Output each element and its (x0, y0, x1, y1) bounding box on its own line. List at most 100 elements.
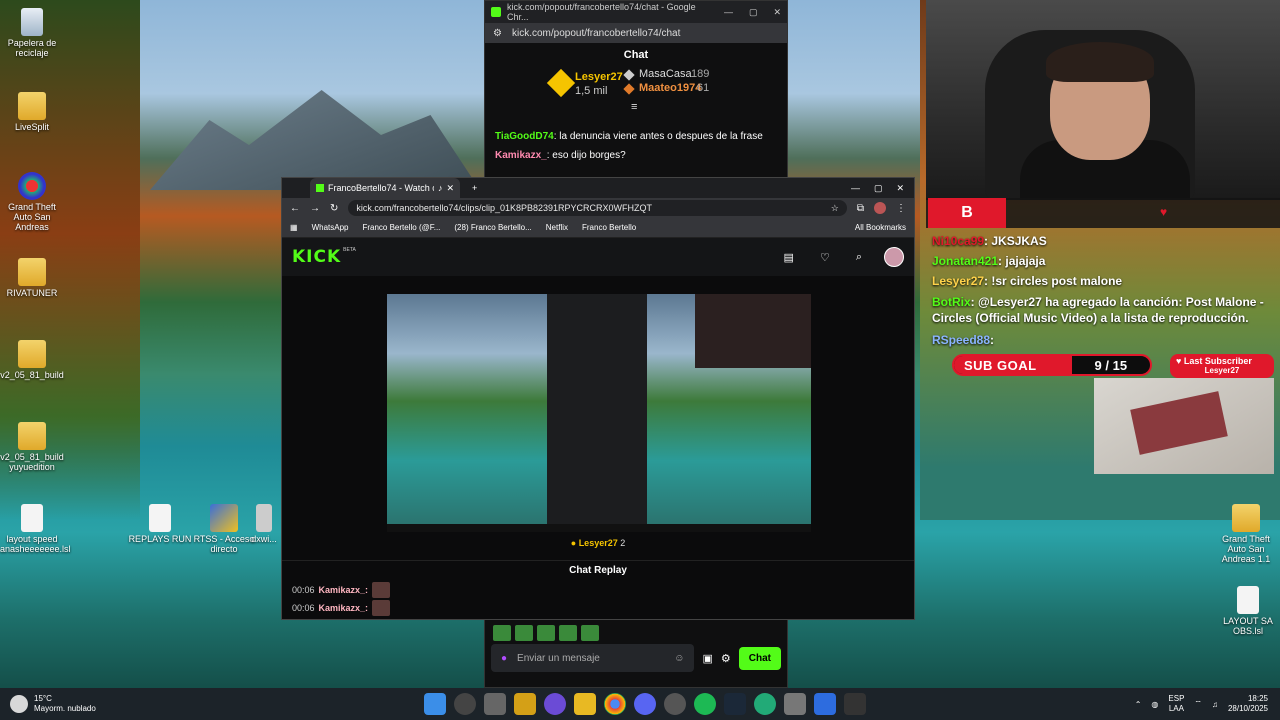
weather-widget[interactable]: 15°C Mayorm. nublado (0, 694, 420, 714)
app-icon[interactable] (814, 693, 836, 715)
obs-icon[interactable] (544, 693, 566, 715)
settings-icon[interactable]: ⚙ (721, 652, 731, 665)
desktop-icon-livesplit[interactable]: LiveSplit (0, 92, 64, 132)
desktop-icon-gta-folder[interactable]: Grand Theft Auto San Andreas 1.1 (1214, 504, 1278, 564)
desktop-icon-build-yuyu[interactable]: v2_05_81_build yuyuedition (0, 422, 64, 472)
discord-icon[interactable] (634, 693, 656, 715)
emoji-icon[interactable]: ☺ (674, 653, 684, 664)
url-field[interactable]: kick.com/francobertello74/clips/clip_01K… (348, 200, 847, 216)
chat-username[interactable]: TiaGoodD74 (495, 131, 554, 142)
podium-second-name[interactable]: MasaCasa (639, 68, 692, 80)
desktop-icon-layout-file[interactable]: layout speed anasheeeeeee.lsl (0, 504, 71, 554)
heart-icon: ♥ (1176, 356, 1182, 366)
minimize-icon[interactable]: — (851, 183, 860, 193)
chat-input[interactable]: ● Enviar un mensaje ☺ (491, 644, 695, 672)
clip-count: 2 (620, 538, 626, 548)
bookmark-netflix[interactable]: Netflix (546, 223, 568, 232)
maximize-icon[interactable]: ▢ (874, 183, 883, 194)
chat-header: Chat (623, 49, 649, 61)
podium-third-name[interactable]: Maateo1974 (639, 82, 701, 94)
desktop-icon-layout-obs[interactable]: LAYOUT SA OBS.lsl (1216, 586, 1280, 636)
epic-games-icon[interactable] (844, 693, 866, 715)
extensions-icon[interactable]: ⧉ (857, 203, 864, 214)
bookmark-star-icon[interactable]: ☆ (831, 203, 839, 214)
popout-titlebar: kick.com/popout/francobertello74/chat - … (485, 1, 787, 23)
bookmark-whatsapp[interactable]: WhatsApp (312, 223, 349, 232)
replay-user[interactable]: Kamikazx_: (319, 603, 369, 613)
gift-icon[interactable]: ▣ (702, 652, 712, 665)
url-text: kick.com/francobertello74/clips/clip_01K… (356, 203, 653, 213)
bookmark-facebook[interactable]: Franco Bertello (582, 223, 636, 232)
tab-title: FrancoBertello74 - Watch c (328, 183, 434, 193)
back-icon[interactable]: ← (290, 203, 300, 214)
emote-icon (372, 600, 391, 616)
popout-url[interactable]: kick.com/popout/francobertello74/chat (512, 28, 680, 39)
kick-logo[interactable]: KICK (292, 247, 341, 267)
following-heart-icon[interactable]: ♡ (820, 251, 830, 264)
search-icon[interactable] (454, 693, 476, 715)
file-icon (149, 504, 171, 532)
desktop-icon-recycle-bin[interactable]: Papelera de reciclaje (0, 8, 64, 58)
spotify-icon[interactable] (694, 693, 716, 715)
task-view-icon[interactable] (484, 693, 506, 715)
collapse-podium-icon[interactable]: ≡ (631, 101, 637, 113)
desktop-icon-rivatuner[interactable]: RIVATUNER (0, 258, 64, 298)
tray-chevron-icon[interactable]: ⌃ (1135, 700, 1142, 709)
clock[interactable]: 18:25 28/10/2025 (1228, 694, 1268, 714)
volume-icon[interactable]: ♫ (1212, 700, 1218, 709)
maximize-icon[interactable]: ▢ (749, 7, 758, 18)
file-explorer-icon[interactable] (574, 693, 596, 715)
chat-username[interactable]: Kamikazx_ (495, 150, 547, 161)
close-icon[interactable]: ✕ (773, 7, 781, 18)
user-avatar[interactable] (884, 247, 904, 267)
podium-third-amount: 61 (697, 82, 710, 94)
mic-icon[interactable]: ◍ (1151, 700, 1158, 709)
overlay-user: Jonatan421 (932, 254, 999, 268)
new-tab-icon[interactable]: + (472, 183, 477, 193)
bookmark-x[interactable]: Franco Bertello (@F... (362, 223, 440, 232)
forward-icon[interactable]: → (310, 203, 320, 214)
store-icon[interactable] (514, 693, 536, 715)
store-icon[interactable]: ▤ (784, 251, 794, 264)
overlay-user: Lesyer27 (932, 274, 985, 288)
emote-icon[interactable] (515, 625, 533, 641)
menu-icon[interactable]: ⋮ (896, 203, 906, 214)
emote-icon[interactable] (537, 625, 555, 641)
desktop-icon-dxwnd[interactable]: dxwi... (244, 504, 284, 544)
emote-icon[interactable] (581, 625, 599, 641)
all-bookmarks[interactable]: All Bookmarks (855, 223, 906, 232)
desktop-icon-replays-run[interactable]: REPLAYS RUN (128, 504, 192, 544)
emote-icon[interactable] (493, 625, 511, 641)
tab-close-icon[interactable]: ✕ (446, 183, 454, 194)
close-icon[interactable]: ✕ (896, 183, 904, 194)
livesplit-icon[interactable] (664, 693, 686, 715)
wifi-icon[interactable]: ⌔ (1194, 699, 1202, 709)
language-indicator[interactable]: ESP LAA (1168, 694, 1184, 714)
reload-icon[interactable]: ↻ (330, 203, 338, 214)
audio-icon[interactable]: ♪ (438, 183, 443, 193)
rug (1130, 391, 1228, 455)
minimize-icon[interactable]: — (724, 7, 733, 17)
start-icon[interactable] (424, 693, 446, 715)
emote-icon[interactable] (559, 625, 577, 641)
clip-author[interactable]: Lesyer27 (579, 538, 618, 548)
podium-first-name[interactable]: Lesyer27 (575, 71, 623, 83)
weather-icon (10, 695, 28, 713)
desktop-icon-build[interactable]: v2_05_81_build (0, 340, 64, 380)
desktop-icon-gta-sa[interactable]: Grand Theft Auto San Andreas (0, 172, 64, 232)
browser-tab-active[interactable]: FrancoBertello74 - Watch c ♪ ✕ (310, 178, 460, 198)
steam-icon[interactable] (724, 693, 746, 715)
send-chat-button[interactable]: Chat (738, 646, 781, 670)
profile-avatar[interactable] (874, 202, 886, 214)
app-icon[interactable] (784, 693, 806, 715)
chrome-icon[interactable] (604, 693, 626, 715)
replay-user[interactable]: Kamikazx_: (319, 585, 369, 595)
bookmark-youtube[interactable]: (28) Franco Bertello... (454, 223, 531, 232)
gta-icon[interactable] (754, 693, 776, 715)
mic-icon[interactable]: ● (501, 653, 507, 664)
apps-icon[interactable]: ▦ (290, 223, 298, 232)
clip-video-player[interactable] (387, 294, 811, 532)
gold-badge-icon (546, 68, 576, 98)
site-settings-icon[interactable]: ⚙ (493, 28, 502, 39)
search-icon[interactable]: ⌕ (856, 251, 862, 264)
